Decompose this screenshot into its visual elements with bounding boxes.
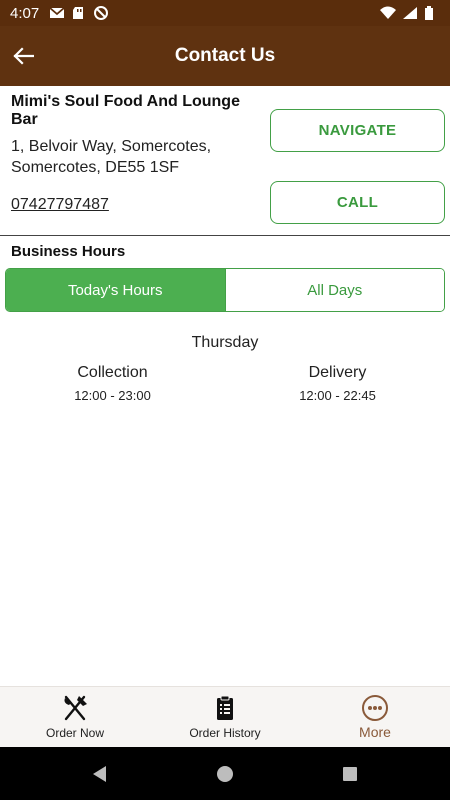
- system-navigation-bar: [0, 747, 450, 800]
- system-back-button[interactable]: [90, 764, 110, 784]
- tab-all-days[interactable]: All Days: [224, 269, 444, 311]
- gmail-icon: [49, 6, 65, 20]
- collection-hours: Collection 12:00 - 23:00: [0, 364, 225, 403]
- status-time: 4:07: [10, 4, 40, 22]
- hours-type-label: Delivery: [308, 364, 367, 381]
- status-icons-left: [49, 6, 109, 20]
- status-bar: 4:07: [0, 0, 450, 26]
- nav-label: More: [359, 724, 391, 740]
- call-button[interactable]: CALL: [270, 181, 445, 224]
- nav-item-more[interactable]: More: [300, 687, 450, 747]
- triangle-back-icon: [93, 765, 106, 782]
- battery-icon: [424, 6, 440, 20]
- system-home-button[interactable]: [215, 764, 235, 784]
- business-address: 1, Belvoir Way, Somercotes, Somercotes, …: [11, 138, 212, 176]
- business-hours-title: Business Hours: [11, 243, 126, 260]
- back-button[interactable]: [8, 41, 38, 71]
- no-disturb-icon: [93, 6, 109, 20]
- nav-label: Order History: [189, 726, 261, 740]
- hours-type-label: Collection: [77, 364, 148, 381]
- hours-segmented-control: Today's Hours All Days: [5, 268, 445, 312]
- hours-range: 12:00 - 22:45: [299, 388, 376, 403]
- wifi-icon: [380, 6, 396, 20]
- business-name: Mimi's Soul Food And Lounge Bar: [11, 93, 240, 128]
- nav-label: Order Now: [45, 726, 104, 740]
- square-recents-icon: [343, 766, 357, 781]
- arrow-left-icon: [13, 47, 34, 65]
- day-label: Thursday: [191, 334, 259, 351]
- business-phone-link[interactable]: 07427797487: [11, 196, 109, 214]
- nav-item-order-history[interactable]: Order History: [150, 687, 300, 747]
- bottom-navigation: Order Now Order History More: [0, 686, 450, 747]
- fork-knife-icon: [61, 694, 89, 722]
- clipboard-icon: [211, 694, 239, 722]
- signal-icon: [402, 6, 418, 20]
- more-dots-icon: [361, 694, 389, 722]
- page-title: Contact Us: [174, 45, 276, 66]
- navigate-button[interactable]: NAVIGATE: [270, 109, 445, 152]
- tab-todays-hours[interactable]: Today's Hours: [6, 269, 225, 311]
- contact-section: Mimi's Soul Food And Lounge Bar 1, Belvo…: [0, 86, 450, 236]
- delivery-hours: Delivery 12:00 - 22:45: [225, 364, 450, 403]
- sd-card-icon: [71, 6, 87, 20]
- circle-home-icon: [217, 765, 233, 782]
- hours-range: 12:00 - 23:00: [74, 388, 151, 403]
- app-bar: Contact Us: [0, 26, 450, 86]
- status-icons-right: [380, 6, 440, 20]
- system-recents-button[interactable]: [340, 764, 360, 784]
- nav-item-order-now[interactable]: Order Now: [0, 687, 150, 747]
